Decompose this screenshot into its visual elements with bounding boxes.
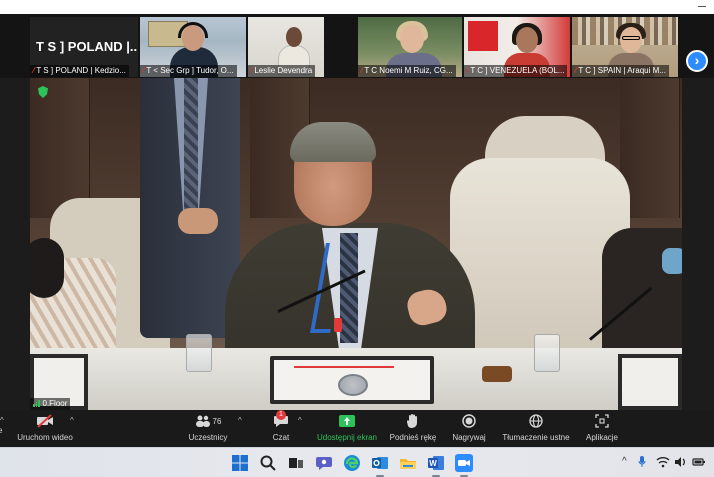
raise-hand-label: Podnieś rękę bbox=[389, 433, 437, 442]
windows-start-icon[interactable] bbox=[231, 454, 249, 472]
chat-button[interactable]: 1 Czat bbox=[266, 410, 296, 442]
un-emblem-icon bbox=[338, 374, 368, 396]
chat-icon: 1 bbox=[266, 410, 296, 430]
file-explorer-icon[interactable] bbox=[399, 454, 417, 472]
video-off-icon bbox=[14, 412, 76, 430]
minimize-icon[interactable] bbox=[698, 6, 706, 7]
raise-hand-button[interactable]: Podnieś rękę bbox=[388, 412, 438, 442]
raise-hand-icon bbox=[388, 412, 438, 430]
microphone-icon[interactable] bbox=[638, 456, 646, 471]
task-view-icon[interactable] bbox=[287, 454, 305, 472]
active-speaker-video bbox=[30, 78, 682, 410]
word-icon[interactable]: W bbox=[427, 454, 445, 477]
water-glass bbox=[186, 334, 212, 372]
start-video-label: Uruchom wideo bbox=[17, 433, 73, 442]
participant-name-card: T S ] POLAND |... bbox=[36, 39, 138, 54]
active-speaker-label: 0.Floor bbox=[30, 398, 71, 410]
globe-icon bbox=[500, 412, 572, 430]
interpretation-button[interactable]: Tłumaczenie ustne bbox=[500, 412, 572, 442]
apps-button[interactable]: Aplikacje bbox=[582, 412, 622, 442]
participant-count: 76 bbox=[212, 416, 222, 426]
share-screen-button[interactable]: Udostępnij ekran bbox=[314, 412, 380, 442]
participant-label: ⁄ T C Noemi M Ruiz, CG... bbox=[358, 65, 456, 77]
participant-head bbox=[620, 27, 642, 53]
glasses bbox=[622, 36, 640, 40]
muted-mic-icon: ⁄ bbox=[575, 66, 577, 75]
participant-thumbnail[interactable]: ⁄ T C ] VENEZUELA (BOL... bbox=[464, 17, 570, 77]
participant-thumbnail[interactable]: T S ] POLAND |... ⁄ T S ] POLAND | Kedzio… bbox=[30, 17, 138, 77]
participant-label: ⁄ T < Sec Grp ] Tudor, O... bbox=[140, 65, 237, 77]
participant-head bbox=[400, 25, 424, 53]
participant-head bbox=[516, 27, 538, 53]
nameplate bbox=[618, 354, 682, 410]
participant-label: ⁄ T C ] VENEZUELA (BOL... bbox=[464, 65, 568, 77]
indicator-line bbox=[294, 366, 394, 368]
muted-mic-icon: ⁄ bbox=[467, 66, 469, 75]
hair bbox=[30, 238, 64, 298]
outlook-icon[interactable] bbox=[371, 454, 389, 477]
start-video-button[interactable]: Uruchom wideo bbox=[14, 412, 76, 442]
participant-label: ⁄ Leslie Devendra bbox=[248, 65, 316, 77]
face-mask bbox=[662, 248, 682, 274]
share-screen-icon bbox=[314, 412, 380, 430]
hand bbox=[178, 208, 218, 234]
participant-label: ⁄ T S ] POLAND | Kedzio... bbox=[30, 65, 129, 77]
edge-icon[interactable] bbox=[343, 454, 361, 472]
poster bbox=[468, 21, 498, 51]
record-label: Nagrywaj bbox=[452, 433, 486, 442]
participants-button[interactable]: 76 Uczestnicy bbox=[186, 412, 230, 442]
chevron-up-icon[interactable]: ^ bbox=[298, 416, 302, 425]
speaker-hair bbox=[290, 122, 376, 162]
participant-thumbnail[interactable]: ⁄ T C ] SPAIN | Araqui M... bbox=[572, 17, 678, 77]
next-page-arrow-icon[interactable]: › bbox=[686, 50, 708, 72]
tie bbox=[184, 78, 198, 218]
chat-label: Czat bbox=[272, 433, 290, 442]
participant-head bbox=[286, 27, 302, 47]
chevron-up-icon[interactable]: ^ bbox=[0, 416, 4, 425]
un-nameplate bbox=[270, 356, 434, 404]
apps-label: Aplikacje bbox=[585, 433, 618, 442]
search-icon[interactable] bbox=[259, 454, 277, 472]
chat-icon[interactable] bbox=[315, 454, 333, 472]
muted-mic-icon: ⁄ bbox=[361, 66, 363, 75]
participant-thumbnail[interactable]: ⁄ Leslie Devendra bbox=[248, 17, 324, 77]
chevron-up-icon[interactable]: ^ bbox=[70, 416, 74, 425]
badge bbox=[334, 318, 342, 332]
record-button[interactable]: Nagrywaj bbox=[450, 412, 488, 442]
apps-icon bbox=[582, 412, 622, 430]
volume-icon[interactable] bbox=[674, 456, 688, 471]
gavel bbox=[482, 366, 512, 382]
screen: T S ] POLAND |... ⁄ T S ] POLAND | Kedzio… bbox=[0, 0, 714, 477]
wall-panel bbox=[30, 78, 90, 218]
chat-notification-badge: 1 bbox=[276, 410, 286, 420]
water-glass bbox=[534, 334, 560, 372]
participants-icon: 76 bbox=[186, 412, 230, 430]
svg-text:W: W bbox=[429, 459, 437, 468]
battery-icon[interactable] bbox=[692, 456, 706, 471]
share-screen-label: Udostępnij ekran bbox=[316, 433, 378, 442]
interpretation-label: Tłumaczenie ustne bbox=[502, 433, 570, 442]
wifi-icon[interactable] bbox=[656, 456, 670, 471]
chevron-up-icon[interactable]: ^ bbox=[622, 456, 627, 467]
muted-mic-icon: ⁄ bbox=[251, 66, 253, 75]
participant-thumbnail-strip: T S ] POLAND |... ⁄ T S ] POLAND | Kedzio… bbox=[0, 14, 714, 78]
meeting-toolbar: e ^ Uruchom wideo ^ 76 Uczestnicy ^ 1 Cz… bbox=[0, 410, 714, 447]
zoom-icon[interactable] bbox=[455, 454, 473, 477]
participant-thumbnail[interactable]: ⁄ T < Sec Grp ] Tudor, O... bbox=[140, 17, 246, 77]
muted-mic-icon: ⁄ bbox=[33, 66, 35, 75]
window-top-strip bbox=[0, 0, 714, 14]
participants-label: Uczestnicy bbox=[188, 433, 228, 442]
participant-label: ⁄ T C ] SPAIN | Araqui M... bbox=[572, 65, 669, 77]
record-icon bbox=[450, 412, 488, 430]
participant-thumbnail[interactable]: ⁄ T C Noemi M Ruiz, CG... bbox=[358, 17, 462, 77]
toolbar-partial-label: e bbox=[0, 426, 3, 435]
windows-taskbar: W ^ bbox=[0, 447, 714, 477]
chevron-up-icon[interactable]: ^ bbox=[238, 416, 242, 425]
muted-mic-icon: ⁄ bbox=[143, 66, 145, 75]
